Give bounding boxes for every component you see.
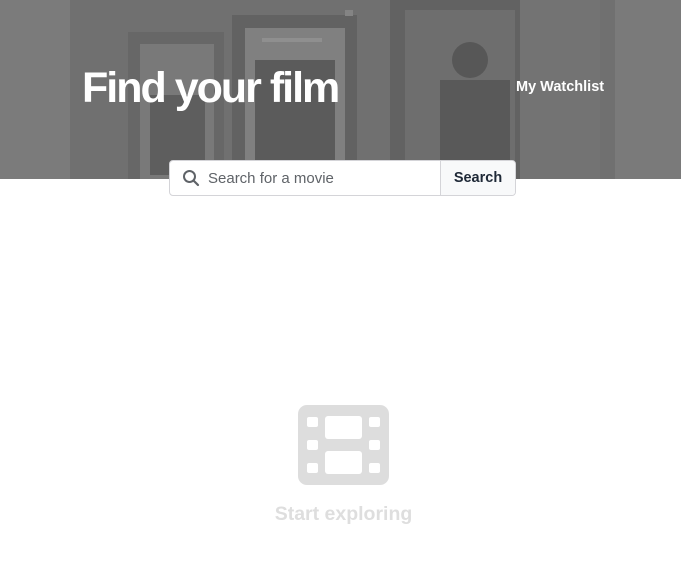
page-title: Find your film (82, 64, 340, 112)
film-icon (298, 405, 389, 485)
search-bar: Search (169, 160, 516, 196)
search-icon (170, 161, 200, 195)
my-watchlist-link[interactable]: My Watchlist (516, 78, 604, 96)
empty-state: Start exploring (0, 405, 681, 526)
search-input[interactable] (200, 161, 440, 195)
empty-state-message: Start exploring (274, 503, 413, 525)
search-button[interactable]: Search (440, 161, 515, 195)
hero-banner: Find your film My Watchlist (0, 0, 681, 179)
page: Find your film My Watchlist Search for a… (0, 0, 681, 565)
